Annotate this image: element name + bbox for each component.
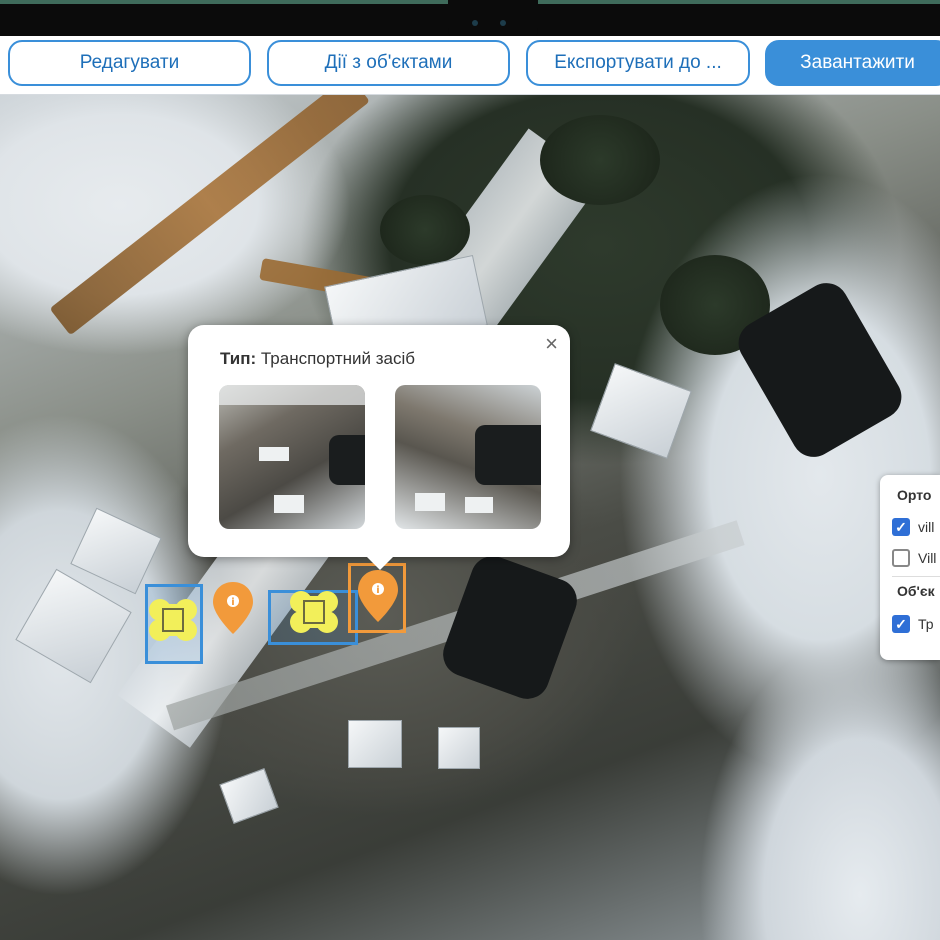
layer-label: vill — [918, 519, 935, 535]
divider — [892, 576, 940, 577]
building-roof — [15, 568, 132, 684]
layer-label: Vill — [918, 550, 937, 566]
parked-vehicle — [438, 727, 480, 769]
parked-vehicle — [348, 720, 402, 768]
info-glyph: i — [376, 585, 379, 596]
download-button[interactable]: Завантажити — [765, 40, 940, 86]
orthophoto-section-header: Орто — [897, 487, 932, 503]
type-label: Тип: — [220, 349, 257, 368]
tree-cluster — [380, 195, 470, 265]
photo-detail — [475, 425, 541, 485]
popup-title: Тип: Транспортний засіб — [220, 349, 415, 369]
dark-pond — [436, 549, 584, 706]
object-actions-button[interactable]: Дії з об'єктами — [267, 40, 510, 86]
info-glyph: i — [231, 597, 234, 608]
camera-dot — [472, 20, 478, 26]
photo-detail — [259, 447, 289, 461]
vehicle-icon[interactable] — [287, 590, 341, 634]
camera-dot — [500, 20, 506, 26]
object-photo-thumbnail[interactable] — [219, 385, 365, 529]
vehicle-icon[interactable] — [146, 598, 200, 642]
type-value: Транспортний засіб — [260, 349, 415, 368]
layers-panel: Орто ✓ vill Vill Об'єк ✓ Тр — [880, 475, 940, 660]
building-roof — [70, 507, 162, 595]
layer-label: Тр — [918, 616, 934, 632]
tree-cluster — [540, 115, 660, 205]
photo-detail — [415, 493, 445, 511]
checkbox-unchecked-icon[interactable] — [892, 549, 910, 567]
info-pin-icon[interactable]: i — [356, 568, 400, 624]
edit-button[interactable]: Редагувати — [8, 40, 251, 86]
photo-detail — [219, 385, 365, 405]
parked-vehicle — [219, 768, 279, 824]
checkbox-checked-icon[interactable]: ✓ — [892, 518, 910, 536]
excavation-trench — [49, 95, 370, 336]
layer-toggle-orthophoto-1[interactable]: ✓ vill — [892, 517, 934, 537]
photo-detail — [274, 495, 304, 513]
objects-section-header: Об'єк — [897, 583, 935, 599]
photo-detail — [465, 497, 493, 513]
close-icon[interactable]: × — [545, 333, 558, 355]
building-roof — [590, 363, 692, 459]
photo-detail — [329, 435, 365, 485]
layer-toggle-orthophoto-2[interactable]: Vill — [892, 548, 936, 568]
object-photo-thumbnail[interactable] — [395, 385, 541, 529]
object-info-popup: × Тип: Транспортний засіб — [188, 325, 570, 570]
toolbar: Редагувати Дії з об'єктами Експортувати … — [0, 36, 940, 95]
checkbox-checked-icon[interactable]: ✓ — [892, 615, 910, 633]
export-button[interactable]: Експортувати до ... — [526, 40, 750, 86]
layer-toggle-objects-1[interactable]: ✓ Тр — [892, 614, 934, 634]
info-pin-icon[interactable]: i — [211, 580, 255, 636]
